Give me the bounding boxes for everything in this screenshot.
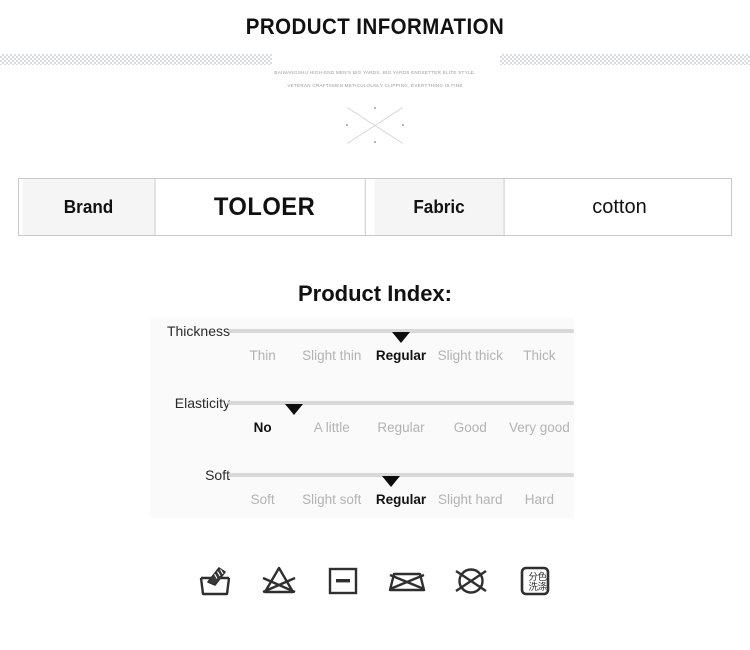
spec-label-fabric: Fabric <box>374 179 505 235</box>
index-option[interactable]: Soft <box>228 492 297 507</box>
index-option[interactable]: A little <box>297 420 366 435</box>
index-track-soft[interactable] <box>228 473 574 477</box>
index-option[interactable]: Regular <box>366 420 435 435</box>
index-track-elasticity[interactable] <box>228 401 574 405</box>
index-option[interactable]: Regular <box>366 348 435 363</box>
header-subtitle: BAIWANGSHU HIGH-END MEN'S BIG YARDS, BIG… <box>0 66 750 92</box>
svg-text:涤: 涤 <box>538 581 548 593</box>
product-index-panel: Thickness Thin Slight thin Regular Sligh… <box>150 318 574 518</box>
index-marker-soft <box>381 476 400 487</box>
spec-label-brand: Brand <box>22 179 156 235</box>
spec-value-brand: TOLOER <box>164 179 366 235</box>
page-title: PRODUCT INFORMATION <box>245 14 505 39</box>
hand-wash-icon <box>192 558 238 602</box>
index-option[interactable]: Thin <box>228 348 297 363</box>
spec-table: Brand TOLOER Fabric cotton <box>18 178 732 236</box>
index-label-soft: Soft <box>205 467 230 483</box>
x-cross-ornament-icon <box>345 104 405 146</box>
index-option[interactable]: Regular <box>366 492 435 507</box>
index-option[interactable]: Slight thin <box>297 348 366 363</box>
product-index-title: Product Index: <box>297 281 452 306</box>
do-not-wring-icon <box>384 558 430 602</box>
dry-flat-icon <box>320 558 366 602</box>
decorative-bar-right <box>500 54 750 65</box>
subtitle-line-2: VETERAN CRAFTSMEN METICULOUSLY CLIPPING,… <box>287 83 463 88</box>
index-option[interactable]: Slight soft <box>297 492 366 507</box>
decorative-bar-left <box>0 54 272 65</box>
index-option[interactable]: No <box>228 420 297 435</box>
do-not-dry-clean-icon <box>448 558 494 602</box>
index-row-thickness: Thickness Thin Slight thin Regular Sligh… <box>150 318 574 380</box>
index-scale-thickness: Thin Slight thin Regular Slight thick Th… <box>228 348 574 363</box>
index-option[interactable]: Hard <box>505 492 574 507</box>
index-marker-thickness <box>392 332 410 343</box>
index-option[interactable]: Slight hard <box>436 492 505 507</box>
care-instruction-icons: 分 色 洗 涤 <box>0 558 750 602</box>
index-option[interactable]: Good <box>436 420 505 435</box>
do-not-bleach-icon <box>256 558 302 602</box>
index-option[interactable]: Slight thick <box>436 348 505 363</box>
index-row-elasticity: Elasticity No A little Regular Good Very… <box>150 390 574 452</box>
index-label-elasticity: Elasticity <box>174 395 230 411</box>
index-marker-elasticity <box>284 404 303 415</box>
wash-separately-by-color-icon: 分 色 洗 涤 <box>512 558 558 602</box>
index-row-soft: Soft Soft Slight soft Regular Slight har… <box>150 462 574 524</box>
index-option[interactable]: Thick <box>505 348 574 363</box>
index-option[interactable]: Very good <box>505 420 574 435</box>
index-scale-soft: Soft Slight soft Regular Slight hard Har… <box>228 492 574 507</box>
index-label-thickness: Thickness <box>166 323 230 339</box>
spec-value-fabric: cotton <box>508 179 731 235</box>
index-scale-elasticity: No A little Regular Good Very good <box>228 420 574 435</box>
subtitle-line-1: BAIWANGSHU HIGH-END MEN'S BIG YARDS, BIG… <box>274 70 476 75</box>
